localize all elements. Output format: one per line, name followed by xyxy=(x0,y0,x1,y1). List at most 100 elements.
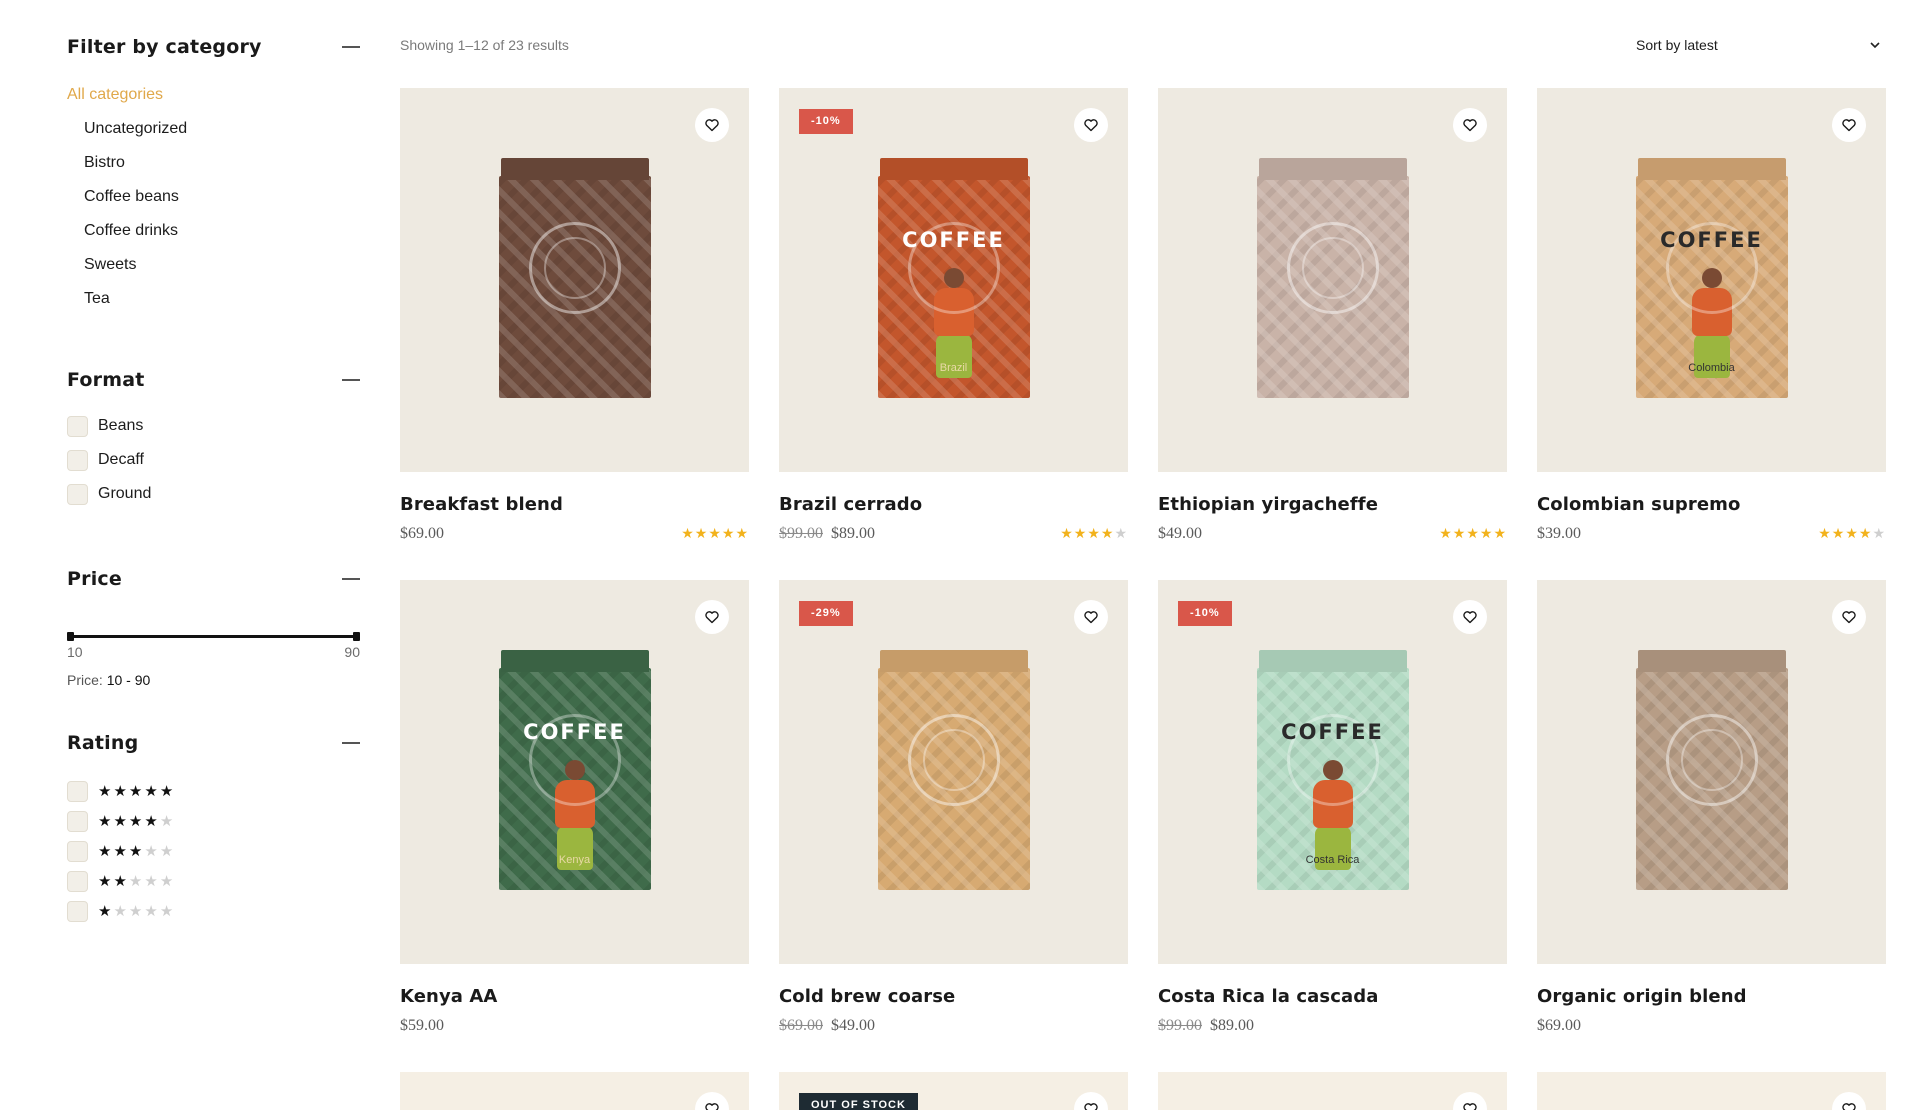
category-item[interactable]: All categories xyxy=(67,78,360,112)
product-card[interactable] xyxy=(400,1072,749,1110)
product-card[interactable]: COFFEE Colombia Colombian supremo $39.00 ★★★… xyxy=(1537,88,1886,580)
category-item[interactable]: Tea xyxy=(67,282,360,316)
product-image[interactable] xyxy=(400,88,749,472)
product-title[interactable]: Colombian supremo xyxy=(1537,494,1886,515)
product-card[interactable]: Breakfast blend $69.00 ★★★★★ xyxy=(400,88,749,580)
product-card[interactable] xyxy=(1537,1072,1886,1110)
rating-option[interactable]: ★★★★★ xyxy=(67,896,360,926)
rating-filter-header[interactable]: Rating xyxy=(67,726,360,760)
collapse-icon[interactable] xyxy=(342,46,360,48)
wishlist-button[interactable] xyxy=(1453,600,1487,634)
bag-body: COFFEE Brazil xyxy=(877,176,1030,398)
star-filled-icon: ★ xyxy=(98,811,114,830)
collapse-icon[interactable] xyxy=(342,742,360,744)
product-image[interactable]: COFFEE Kenya xyxy=(400,580,749,964)
bag-wordmark: COFFEE xyxy=(1660,228,1763,252)
checkbox[interactable] xyxy=(67,780,88,802)
product-image[interactable] xyxy=(1158,88,1507,472)
category-item[interactable]: Sweets xyxy=(67,248,360,282)
category-list: All categories Uncategorized Bistro Coffee … xyxy=(67,78,360,316)
format-filter: Format Beans Decaff Ground xyxy=(67,363,360,511)
wishlist-button[interactable] xyxy=(1832,600,1866,634)
product-title[interactable]: Ethiopian yirgacheffe xyxy=(1158,494,1507,515)
product-card[interactable]: OUT OF STOCK xyxy=(779,1072,1128,1110)
product-card[interactable]: Organic origin blend $69.00 xyxy=(1537,580,1886,1072)
product-title[interactable]: Kenya AA xyxy=(400,986,749,1007)
rating-option[interactable]: ★★★★★ xyxy=(67,776,360,806)
wishlist-button[interactable] xyxy=(1832,1092,1866,1110)
product-title[interactable]: Brazil cerrado xyxy=(779,494,1128,515)
rating-option[interactable]: ★★★★★ xyxy=(67,836,360,866)
checkbox[interactable] xyxy=(67,415,88,437)
checkbox[interactable] xyxy=(67,810,88,832)
sort-select[interactable]: Sort by latest xyxy=(1636,30,1882,60)
star-empty-icon: ★ xyxy=(159,901,176,920)
bag-emblem xyxy=(1665,714,1758,806)
product-image[interactable] xyxy=(400,1072,749,1110)
wishlist-button[interactable] xyxy=(1074,108,1108,142)
star-filled-icon: ★ xyxy=(128,841,145,860)
bag-emblem-inner xyxy=(543,237,606,299)
format-option[interactable]: Decaff xyxy=(67,443,360,477)
format-filter-header[interactable]: Format xyxy=(67,363,360,397)
product-price: $69.00 xyxy=(1537,1017,1581,1035)
product-card[interactable]: -10% COFFEE Costa Rica Costa Rica la cascad… xyxy=(1158,580,1507,1072)
checkbox[interactable] xyxy=(67,870,88,892)
category-item[interactable]: Bistro xyxy=(67,146,360,180)
price-readout-prefix: Price: xyxy=(67,672,103,688)
slider-min-handle[interactable] xyxy=(67,632,74,641)
product-image[interactable]: OUT OF STOCK xyxy=(779,1072,1128,1110)
bag-seal xyxy=(1258,158,1407,180)
category-item[interactable]: Coffee drinks xyxy=(67,214,360,248)
sale-badge: -10% xyxy=(799,109,853,134)
wishlist-button[interactable] xyxy=(1453,1092,1487,1110)
product-image[interactable] xyxy=(1537,1072,1886,1110)
wishlist-button[interactable] xyxy=(695,1092,729,1110)
star-filled-icon: ★ xyxy=(1845,526,1859,542)
category-item[interactable]: Uncategorized xyxy=(67,112,360,146)
price-filter: Price 10 90 Price: 10 - 90 xyxy=(67,562,360,688)
slider-track[interactable] xyxy=(70,635,357,638)
product-image[interactable] xyxy=(1537,580,1886,964)
checkbox[interactable] xyxy=(67,900,88,922)
product-card[interactable] xyxy=(1158,1072,1507,1110)
checkbox[interactable] xyxy=(67,449,88,471)
rating-option[interactable]: ★★★★★ xyxy=(67,866,360,896)
checkbox[interactable] xyxy=(67,483,88,505)
collapse-icon[interactable] xyxy=(342,379,360,381)
coffee-bag-illustration xyxy=(1635,650,1788,890)
rating-option[interactable]: ★★★★★ xyxy=(67,806,360,836)
product-meta: $69.00 ★★★★★ xyxy=(400,525,749,543)
product-card[interactable]: Ethiopian yirgacheffe $49.00 ★★★★★ xyxy=(1158,88,1507,580)
price-range-slider[interactable] xyxy=(67,630,360,642)
product-image[interactable]: -10% COFFEE Brazil xyxy=(779,88,1128,472)
wishlist-button[interactable] xyxy=(695,108,729,142)
bag-body xyxy=(1256,176,1409,398)
product-image[interactable] xyxy=(1158,1072,1507,1110)
product-image[interactable]: -10% COFFEE Costa Rica xyxy=(1158,580,1507,964)
price-filter-header[interactable]: Price xyxy=(67,562,360,596)
wishlist-button[interactable] xyxy=(695,600,729,634)
collapse-icon[interactable] xyxy=(342,578,360,580)
product-card[interactable]: -29% Cold brew coarse $69.00 $49.00 xyxy=(779,580,1128,1072)
star-filled-icon: ★ xyxy=(159,781,176,800)
product-title[interactable]: Organic origin blend xyxy=(1537,986,1886,1007)
product-rating: ★★★★★ xyxy=(1818,527,1886,541)
category-item[interactable]: Coffee beans xyxy=(67,180,360,214)
format-option[interactable]: Ground xyxy=(67,477,360,511)
wishlist-button[interactable] xyxy=(1453,108,1487,142)
wishlist-button[interactable] xyxy=(1074,600,1108,634)
slider-max-handle[interactable] xyxy=(353,632,360,641)
product-image[interactable]: -29% xyxy=(779,580,1128,964)
product-title[interactable]: Cold brew coarse xyxy=(779,986,1128,1007)
wishlist-button[interactable] xyxy=(1074,1092,1108,1110)
format-option[interactable]: Beans xyxy=(67,409,360,443)
checkbox[interactable] xyxy=(67,840,88,862)
product-title[interactable]: Costa Rica la cascada xyxy=(1158,986,1507,1007)
product-image[interactable]: COFFEE Colombia xyxy=(1537,88,1886,472)
product-title[interactable]: Breakfast blend xyxy=(400,494,749,515)
product-card[interactable]: -10% COFFEE Brazil Brazil cerrado $99.00 $89.… xyxy=(779,88,1128,580)
product-card[interactable]: COFFEE Kenya Kenya AA $59.00 xyxy=(400,580,749,1072)
wishlist-button[interactable] xyxy=(1832,108,1866,142)
category-filter-header[interactable]: Filter by category xyxy=(67,30,360,64)
